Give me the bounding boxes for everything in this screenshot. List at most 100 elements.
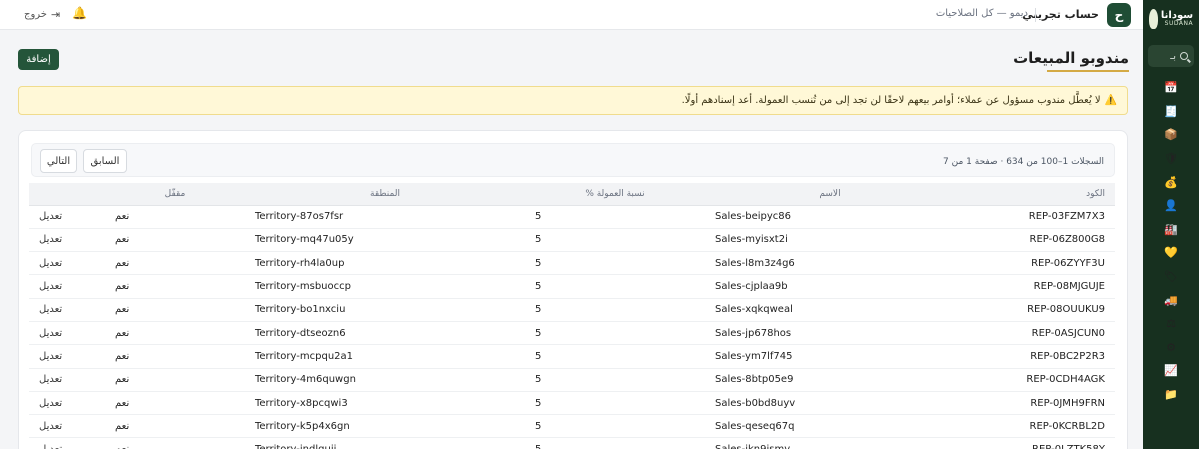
col-territory[interactable]: المنطقة [245, 183, 525, 206]
territory-cell: Territory-x8pcqwi3 [245, 391, 525, 416]
page-title: مندوبو المبيعات [1013, 49, 1129, 67]
person-icon[interactable]: 👤 [1153, 194, 1189, 218]
locked-cell: نعم [105, 368, 245, 392]
commission-cell: 5 [525, 344, 705, 369]
rep-name-cell: Sales-ikn9jsmv [705, 437, 955, 449]
territory-cell: Territory-4m6quwgn [245, 368, 525, 392]
brand-logo[interactable]: سودانا SUDANA [1143, 4, 1199, 34]
calendar-icon[interactable]: 📅 [1153, 76, 1189, 100]
locked-cell: نعم [105, 228, 245, 253]
account-name: حساب تجريبي [1022, 8, 1099, 21]
edit-link[interactable]: تعديل [29, 368, 105, 392]
commission-cell: 5 [525, 274, 705, 299]
warning-alert: ⚠️ لا يُعطَّل مندوب مسؤول عن عملاء؛ أوام… [18, 86, 1128, 115]
rep-name-cell: Sales-8btp05e9 [705, 368, 955, 392]
edit-link[interactable]: تعديل [29, 228, 105, 253]
territory-cell: Territory-dtseozn6 [245, 321, 525, 346]
factory-icon[interactable]: 🏭 [1153, 218, 1189, 242]
next-page-button[interactable]: التالي [40, 149, 77, 173]
brand-text: سودانا SUDANA [1161, 11, 1193, 27]
sidebar-search-text: بـ [1170, 50, 1176, 62]
commission-cell: 5 [525, 298, 705, 322]
locked-cell: نعم [105, 205, 245, 229]
table-row: REP-0BC2P2R3 Sales-ym7lf745 5 Territory-mcp… [29, 344, 1115, 369]
prev-page-button[interactable]: السابق [83, 149, 127, 173]
rep-name-cell: Sales-myisxt2i [705, 228, 955, 253]
money-bag-icon[interactable]: 💰 [1153, 170, 1189, 194]
edit-link[interactable]: تعديل [29, 251, 105, 276]
col-commission[interactable]: نسبة العمولة % [525, 183, 705, 206]
table-row: REP-03FZM7X3 Sales-beipyc86 5 Territory-87o… [29, 205, 1115, 229]
heart-icon[interactable]: 💛 [1153, 241, 1189, 265]
edit-link[interactable]: تعديل [29, 321, 105, 346]
reps-card: السجلات 1–100 من 634 · صفحة 1 من 7 الساب… [18, 130, 1128, 449]
sidebar-items: 📅 🧾 📦 🛡 💰 👤 🏭 💛 🏷 🚚 ⚖ ⚙ 📈 📁 [1153, 76, 1189, 406]
rep-name-cell: Sales-xqkqweal [705, 298, 955, 322]
table-row: REP-0CDH4AGK Sales-8btp05e9 5 Territory-4m6… [29, 368, 1115, 392]
scales-icon[interactable]: ⚖ [1153, 312, 1189, 336]
edit-link[interactable]: تعديل [29, 414, 105, 439]
app-root: سودانا SUDANA بـ 📅 🧾 📦 🛡 💰 👤 🏭 💛 🏷 🚚 ⚖ ⚙ 📈 📁 ح حساب ت… [0, 0, 1199, 449]
territory-cell: Territory-rh4la0up [245, 251, 525, 276]
commission-cell: 5 [525, 321, 705, 346]
edit-link[interactable]: تعديل [29, 391, 105, 416]
shield-icon[interactable]: 🛡 [1153, 147, 1189, 171]
rep-code-cell: REP-08MJGUJE [955, 274, 1115, 299]
col-locked[interactable]: مقفّل [105, 183, 245, 206]
col-name[interactable]: الاسم [705, 183, 955, 206]
locked-cell: نعم [105, 391, 245, 416]
territory-cell: Territory-jndlguij [245, 437, 525, 449]
table-body: REP-03FZM7X3 Sales-beipyc86 5 Territory-87o… [29, 205, 1115, 449]
folder-icon[interactable]: 📁 [1153, 383, 1189, 407]
rep-name-cell: Sales-beipyc86 [705, 205, 955, 229]
territory-cell: Territory-mq47u05y [245, 228, 525, 253]
gear-icon[interactable]: ⚙ [1153, 336, 1189, 360]
commission-cell: 5 [525, 391, 705, 416]
edit-link[interactable]: تعديل [29, 437, 105, 449]
rep-name-cell: Sales-b0bd8uyv [705, 391, 955, 416]
locked-cell: نعم [105, 321, 245, 346]
table-row: REP-0LZTK58YSales-ikn9jsmv5Territory-jnd… [29, 437, 1115, 449]
locked-cell: نعم [105, 298, 245, 322]
avatar[interactable]: ح [1107, 3, 1131, 27]
locked-cell: نعم [105, 274, 245, 299]
logout-label: خروج [24, 9, 47, 20]
cash-register-icon[interactable]: 🧾 [1153, 100, 1189, 124]
rep-name-cell: Sales-cjplaa9b [705, 274, 955, 299]
search-icon [1180, 52, 1188, 60]
col-code[interactable]: الكود [955, 183, 1115, 206]
title-underline [1047, 70, 1129, 72]
sidebar-search[interactable]: بـ [1148, 45, 1194, 67]
table-row: REP-0ASJCUN0 Sales-jp678hos 5 Territory-dts… [29, 321, 1115, 346]
rep-code-cell: REP-0JMH9FRN [955, 391, 1115, 416]
territory-cell: Territory-bo1nxciu [245, 298, 525, 322]
tag-icon[interactable]: 🏷 [1153, 265, 1189, 289]
pagination-bar: السجلات 1–100 من 634 · صفحة 1 من 7 الساب… [31, 143, 1115, 177]
territory-cell: Territory-87os7fsr [245, 205, 525, 229]
rep-code-cell: REP-0ASJCUN0 [955, 321, 1115, 346]
rep-code-cell: REP-08OUUKU9 [955, 298, 1115, 322]
topbar: ح حساب تجريبي ديمو — كل الصلاحيات 🔔 ⇥ خر… [0, 0, 1143, 30]
edit-link[interactable]: تعديل [29, 274, 105, 299]
box-icon[interactable]: 📦 [1153, 123, 1189, 147]
territory-cell: Territory-k5p4x6gn [245, 414, 525, 439]
pagination-info: السجلات 1–100 من 634 · صفحة 1 من 7 [943, 157, 1104, 167]
bell-icon[interactable]: 🔔 [72, 6, 87, 20]
edit-link[interactable]: تعديل [29, 205, 105, 229]
table-row: REP-0KCRBL2D Sales-qeseq67q 5 Territory-k5p… [29, 414, 1115, 439]
role-text: ديمو — كل الصلاحيات [935, 8, 1028, 19]
truck-icon[interactable]: 🚚 [1153, 288, 1189, 312]
locked-cell: نعم [105, 251, 245, 276]
edit-link[interactable]: تعديل [29, 298, 105, 322]
table-row: REP-06Z800G8 Sales-myisxt2i 5 Territory-mq4… [29, 228, 1115, 253]
rep-name-cell: Sales-jp678hos [705, 321, 955, 346]
edit-link[interactable]: تعديل [29, 344, 105, 369]
chart-icon[interactable]: 📈 [1153, 359, 1189, 383]
table-row: REP-08OUUKU9 Sales-xqkqweal 5 Territory-bo1… [29, 298, 1115, 322]
reps-table: الكود الاسم نسبة العمولة % المنطقة مقفّل… [29, 183, 1115, 449]
rep-code-cell: REP-0LZTK58Y [955, 437, 1115, 449]
add-button[interactable]: إضافة [18, 49, 59, 70]
rep-code-cell: REP-0BC2P2R3 [955, 344, 1115, 369]
logout-button[interactable]: ⇥ خروج [24, 8, 60, 21]
territory-cell: Territory-mcpqu2a1 [245, 344, 525, 369]
